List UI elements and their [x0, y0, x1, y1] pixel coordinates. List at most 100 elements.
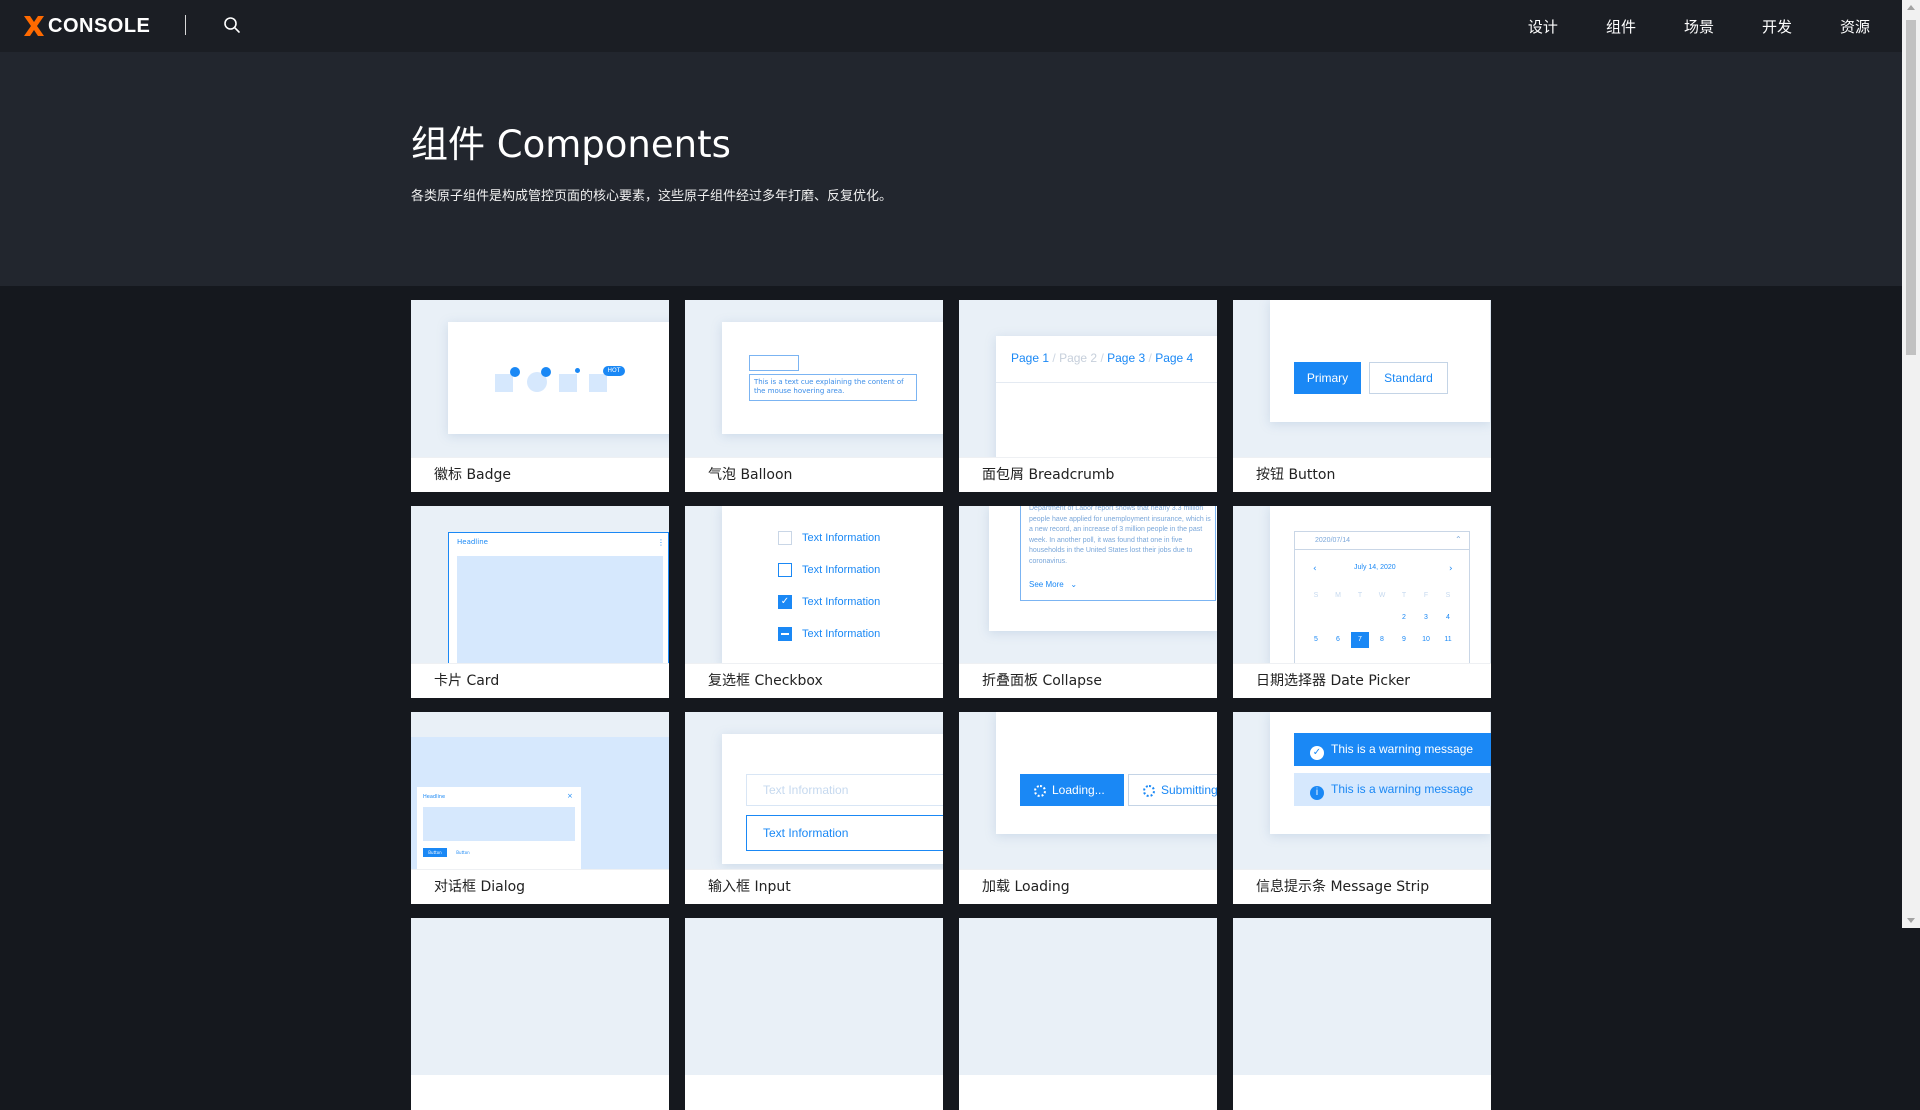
date-picker-preview: 2020/07/14 ⌃ ‹ July 14, 2020 › SMTWTFS 2…	[1233, 506, 1491, 663]
nav-item-develop[interactable]: 开发	[1762, 16, 1792, 37]
calendar-day	[1307, 610, 1325, 626]
submitting-spinner-icon	[1143, 785, 1155, 797]
card-loading[interactable]: Loading... Submitting 加载 Loading	[959, 712, 1217, 904]
card-collapse[interactable]: Department of Labor report shows that ne…	[959, 506, 1217, 698]
checkbox-label-2: Text Information	[802, 564, 881, 576]
page-scrollbar[interactable]	[1902, 0, 1920, 928]
breadcrumb-page3: Page 3	[1107, 351, 1146, 365]
calendar-day: T	[1357, 592, 1363, 599]
calendar-day: 3	[1424, 614, 1428, 621]
card-label: 日期选择器 Date Picker	[1233, 663, 1491, 698]
calendar-day: 2	[1402, 614, 1406, 621]
dialog-cancel-button: Button	[456, 850, 470, 855]
card-dialog[interactable]: Headline × Button Button 对话框 Dialog	[411, 712, 669, 904]
card-button[interactable]: Primary Standard 按钮 Button	[1233, 300, 1491, 492]
page-description: 各类原子组件是构成管控页面的核心要素，这些原子组件经过多年打磨、反复优化。	[411, 189, 893, 204]
card-label: 气泡 Balloon	[685, 457, 943, 492]
card-label: 信息提示条 Message Strip	[1233, 869, 1491, 904]
calendar-day: F	[1423, 592, 1429, 599]
card-row4-2[interactable]	[685, 918, 943, 1110]
calendar-day: T	[1401, 592, 1407, 599]
hot-badge: HOT	[603, 366, 625, 376]
scroll-up-arrow-icon[interactable]	[1907, 5, 1915, 10]
standard-button-sample: Standard	[1369, 362, 1448, 394]
calendar-day	[1329, 610, 1347, 626]
checkbox-label-4: Text Information	[802, 628, 881, 640]
card-headline: Headline	[457, 538, 488, 546]
card-label: 输入框 Input	[685, 869, 943, 904]
nav-item-scenarios[interactable]: 场景	[1684, 16, 1714, 37]
balloon-preview: This is a text cue explaining the conten…	[685, 300, 943, 457]
card-message-strip[interactable]: ✓ This is a warning message i This is a wa…	[1233, 712, 1491, 904]
search-icon[interactable]	[222, 15, 242, 35]
calendar-day	[1351, 610, 1369, 626]
calendar-day: 4	[1446, 614, 1450, 621]
calendar-day: 5	[1314, 636, 1318, 643]
card-label: 对话框 Dialog	[411, 869, 669, 904]
see-more-link: See More	[1029, 580, 1064, 589]
badge-preview: HOT	[411, 300, 669, 457]
input-filled-sample: Text Information	[746, 815, 943, 851]
dialog-ok-button: Button	[423, 848, 447, 857]
collapse-preview: Department of Labor report shows that ne…	[959, 506, 1217, 663]
main-nav: 设计 组件 场景 开发 资源	[1480, 0, 1870, 52]
console-logo[interactable]: CONSOLE	[22, 13, 150, 39]
breadcrumb-preview: Page 1 / Page 2 / Page 3 / Page 4	[959, 300, 1217, 457]
calendar-day: S	[1445, 592, 1451, 599]
calendar-day: S	[1313, 592, 1319, 599]
breadcrumb-page1: Page 1	[1011, 351, 1050, 365]
card-preview: Headline ⋮	[411, 506, 669, 663]
page-title: 组件 Components	[411, 123, 731, 166]
logo-text: CONSOLE	[48, 14, 151, 37]
calendar-month: July 14, 2020	[1354, 564, 1396, 571]
dialog-headline: Headline	[423, 794, 446, 800]
checkbox-label-1: Text Information	[802, 532, 881, 544]
card-label: 按钮 Button	[1233, 457, 1491, 492]
card-date-picker[interactable]: 2020/07/14 ⌃ ‹ July 14, 2020 › SMTWTFS 2…	[1233, 506, 1491, 698]
input-placeholder-sample: Text Information	[746, 774, 943, 806]
calendar-day	[1373, 610, 1391, 626]
checked-icon: ✓	[778, 595, 792, 609]
header-divider	[185, 15, 186, 35]
success-check-icon: ✓	[1310, 746, 1324, 760]
card-breadcrumb[interactable]: Page 1 / Page 2 / Page 3 / Page 4 面包屑 Br…	[959, 300, 1217, 492]
indeterminate-icon	[781, 633, 789, 635]
card-label: 面包屑 Breadcrumb	[959, 457, 1217, 492]
loading-preview: Loading... Submitting	[959, 712, 1217, 869]
nav-item-resources[interactable]: 资源	[1840, 16, 1870, 37]
nav-item-design[interactable]: 设计	[1528, 16, 1558, 37]
card-balloon[interactable]: This is a text cue explaining the conten…	[685, 300, 943, 492]
loading-label: Loading...	[1052, 783, 1105, 797]
hero-banner: 组件 Components 各类原子组件是构成管控页面的核心要素，这些原子组件经…	[0, 52, 1902, 286]
calendar-day: 9	[1402, 636, 1406, 643]
primary-button-sample: Primary	[1294, 362, 1361, 394]
card-card[interactable]: Headline ⋮ 卡片 Card	[411, 506, 669, 698]
calendar-day: W	[1378, 592, 1386, 599]
message-success-text: This is a warning message	[1331, 742, 1474, 756]
scrollbar-thumb[interactable]	[1906, 20, 1916, 355]
card-row4-1[interactable]	[411, 918, 669, 1110]
card-label: 徽标 Badge	[411, 457, 669, 492]
calendar-day: 7	[1351, 632, 1369, 648]
card-label: 复选框 Checkbox	[685, 663, 943, 698]
x-logo-icon	[24, 16, 44, 36]
card-row4-4[interactable]	[1233, 918, 1491, 1110]
message-strip-preview: ✓ This is a warning message i This is a wa…	[1233, 712, 1491, 869]
scroll-down-arrow-icon[interactable]	[1907, 918, 1915, 923]
calendar-day: M	[1335, 592, 1341, 599]
card-row4-3[interactable]	[959, 918, 1217, 1110]
loading-spinner-icon	[1034, 785, 1046, 797]
card-input[interactable]: Text Information Text Information 输入框 In…	[685, 712, 943, 904]
checkbox-label-3: Text Information	[802, 596, 881, 608]
button-preview: Primary Standard	[1233, 300, 1491, 457]
card-label: 折叠面板 Collapse	[959, 663, 1217, 698]
dialog-preview: Headline × Button Button	[411, 712, 669, 869]
card-badge[interactable]: HOT 徽标 Badge	[411, 300, 669, 492]
balloon-tooltip: This is a text cue explaining the conten…	[749, 374, 917, 401]
input-preview: Text Information Text Information	[685, 712, 943, 869]
card-checkbox[interactable]: Text Information Text Information ✓ Text…	[685, 506, 943, 698]
message-info-text: This is a warning message	[1331, 782, 1474, 796]
nav-item-components[interactable]: 组件	[1606, 16, 1636, 37]
submitting-label: Submitting	[1161, 783, 1217, 797]
checkbox-preview: Text Information Text Information ✓ Text…	[685, 506, 943, 663]
